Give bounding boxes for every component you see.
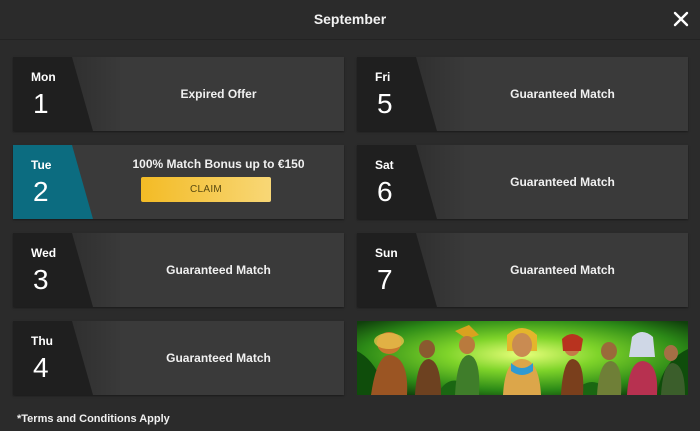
offer-label: 100% Match Bonus up to €150 [132, 157, 305, 171]
offer-label: Guaranteed Match [510, 87, 615, 101]
banner-artwork [357, 321, 688, 395]
day-card-sun: Sun 7 Guaranteed Match [357, 233, 688, 307]
offer-label: Guaranteed Match [166, 263, 271, 277]
day-card-fri: Fri 5 Guaranteed Match [357, 57, 688, 131]
day-card-tue: Tue 2 100% Match Bonus up to €150 CLAIM [13, 145, 344, 219]
day-card-wed: Wed 3 Guaranteed Match [13, 233, 344, 307]
promo-banner-image [357, 321, 688, 395]
day-number: 2 [33, 176, 49, 207]
day-name: Tue [31, 158, 52, 172]
day-card-mon: Mon 1 Expired Offer [13, 57, 344, 131]
day-name: Fri [375, 70, 391, 84]
day-number: 6 [377, 176, 393, 207]
day-name: Wed [31, 246, 57, 260]
day-card-sat: Sat 6 Guaranteed Match [357, 145, 688, 219]
close-icon[interactable] [670, 8, 692, 30]
offer-label: Guaranteed Match [510, 175, 615, 189]
day-number: 4 [33, 352, 49, 383]
day-number: 1 [33, 88, 49, 119]
calendar-title: September [313, 11, 387, 27]
day-name: Mon [31, 70, 56, 84]
day-card-thu: Thu 4 Guaranteed Match [13, 321, 344, 395]
day-number: 3 [33, 264, 49, 295]
modal-header: September [0, 0, 700, 40]
day-name: Sun [375, 246, 398, 260]
offer-label: Guaranteed Match [166, 351, 271, 365]
day-name: Sat [375, 158, 394, 172]
terms-text: *Terms and Conditions Apply [17, 413, 170, 425]
day-number: 7 [377, 264, 393, 295]
offer-label: Guaranteed Match [510, 263, 615, 277]
offer-label: Expired Offer [180, 87, 257, 101]
day-name: Thu [31, 334, 53, 348]
day-number: 5 [377, 88, 393, 119]
claim-button[interactable]: CLAIM [141, 177, 271, 202]
